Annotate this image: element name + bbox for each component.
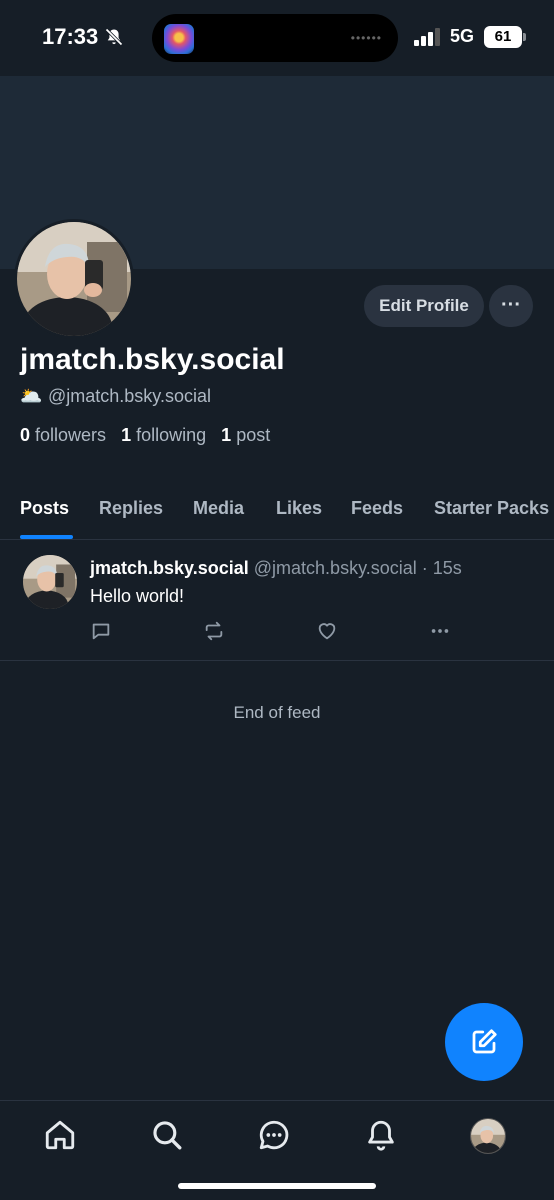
search-icon[interactable] bbox=[150, 1118, 184, 1152]
bell-icon[interactable] bbox=[364, 1118, 398, 1152]
tab-likes[interactable]: Likes bbox=[276, 498, 322, 519]
like-icon[interactable] bbox=[316, 620, 338, 642]
post-time: · 15s bbox=[421, 558, 462, 578]
nav-profile-avatar[interactable] bbox=[470, 1118, 506, 1154]
battery-level: 61 bbox=[484, 26, 522, 48]
posts-count: 1 bbox=[221, 425, 232, 445]
tab-starter-packs[interactable]: Starter Packs bbox=[434, 498, 549, 519]
profile-handle: @jmatch.bsky.social bbox=[48, 386, 211, 406]
profile-tabs: Posts Replies Media Likes Feeds Starter … bbox=[0, 488, 554, 540]
compose-button[interactable] bbox=[445, 1003, 523, 1081]
network-type: 5G bbox=[450, 26, 475, 46]
post-header: jmatch.bsky.social @jmatch.bsky.social ·… bbox=[90, 558, 462, 579]
dynamic-island[interactable]: •••••• bbox=[152, 14, 398, 62]
posts-stat: 1 post bbox=[221, 425, 270, 445]
post-more-icon[interactable] bbox=[429, 620, 451, 642]
posts-label: post bbox=[236, 425, 271, 445]
bell-off-icon bbox=[105, 28, 123, 46]
status-bar: 17:33 •••••• 5G 61 bbox=[0, 0, 554, 76]
reply-icon[interactable] bbox=[90, 620, 112, 642]
following-stat[interactable]: 1 following bbox=[121, 425, 206, 445]
chat-icon[interactable] bbox=[257, 1118, 291, 1152]
signal-icon bbox=[414, 28, 440, 46]
post-handle[interactable]: @jmatch.bsky.social bbox=[254, 558, 417, 578]
profile-more-button[interactable]: ··· bbox=[489, 285, 533, 327]
home-icon[interactable] bbox=[43, 1118, 77, 1152]
followers-stat[interactable]: 0 followers bbox=[20, 425, 106, 445]
post-avatar[interactable] bbox=[23, 555, 77, 609]
following-count: 1 bbox=[121, 425, 132, 445]
handle-emoji: 🌥️ bbox=[20, 386, 43, 406]
profile-handle-row: 🌥️ @jmatch.bsky.social bbox=[20, 386, 211, 407]
tab-replies[interactable]: Replies bbox=[99, 498, 163, 519]
tab-media[interactable]: Media bbox=[193, 498, 244, 519]
post-avatar-photo bbox=[23, 555, 77, 609]
tab-feeds[interactable]: Feeds bbox=[351, 498, 403, 519]
nav-avatar-photo bbox=[471, 1119, 505, 1153]
profile-display-name: jmatch.bsky.social bbox=[20, 343, 285, 376]
end-of-feed-text: End of feed bbox=[233, 703, 321, 722]
tab-posts[interactable]: Posts bbox=[20, 498, 69, 519]
home-indicator[interactable] bbox=[178, 1183, 376, 1189]
following-label: following bbox=[136, 425, 207, 445]
compose-icon bbox=[472, 1029, 497, 1054]
repost-icon[interactable] bbox=[203, 620, 225, 642]
active-tab-indicator bbox=[20, 535, 73, 539]
app-icon bbox=[164, 24, 194, 54]
battery-tip bbox=[523, 33, 526, 41]
profile-stats: 0 followers 1 following 1 post bbox=[20, 425, 270, 446]
edit-profile-button[interactable]: Edit Profile bbox=[364, 285, 484, 327]
profile-avatar[interactable] bbox=[14, 219, 134, 339]
avatar-photo bbox=[17, 222, 131, 336]
feed-post[interactable]: jmatch.bsky.social @jmatch.bsky.social ·… bbox=[0, 540, 554, 661]
post-author[interactable]: jmatch.bsky.social bbox=[90, 558, 249, 578]
island-waveform-icon: •••••• bbox=[350, 31, 382, 45]
status-time: 17:33 bbox=[42, 24, 99, 49]
followers-count: 0 bbox=[20, 425, 31, 445]
post-actions bbox=[90, 620, 460, 642]
post-text: Hello world! bbox=[90, 586, 185, 606]
followers-label: followers bbox=[35, 425, 107, 445]
